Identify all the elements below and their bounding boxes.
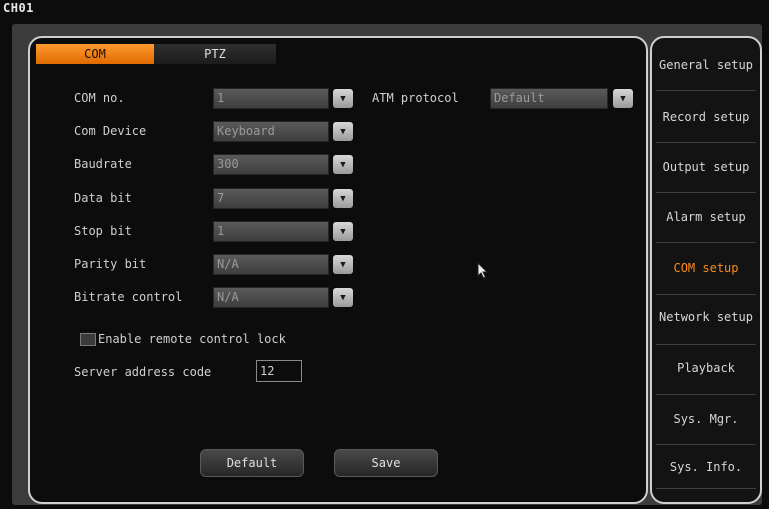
- stop-bit-dropdown-icon[interactable]: ▼: [333, 222, 353, 241]
- parity-bit-dropdown-icon[interactable]: ▼: [333, 255, 353, 274]
- tab-ptz[interactable]: PTZ: [154, 44, 276, 64]
- stop-bit-label: Stop bit: [74, 224, 132, 238]
- sidebar-item-playback[interactable]: Playback: [652, 343, 760, 393]
- channel-label: CH01: [3, 1, 34, 15]
- com-no-label: COM no.: [74, 91, 125, 105]
- parity-bit-select[interactable]: N/A: [213, 254, 329, 275]
- sidebar-item-record-setup[interactable]: Record setup: [652, 92, 760, 142]
- atm-protocol-label: ATM protocol: [372, 91, 459, 105]
- com-device-dropdown-icon[interactable]: ▼: [333, 122, 353, 141]
- com-no-dropdown-icon[interactable]: ▼: [333, 89, 353, 108]
- sidebar-divider: [656, 90, 756, 91]
- save-button[interactable]: Save: [334, 449, 438, 477]
- atm-protocol-dropdown-icon[interactable]: ▼: [613, 89, 633, 108]
- default-button[interactable]: Default: [200, 449, 304, 477]
- baudrate-dropdown-icon[interactable]: ▼: [333, 155, 353, 174]
- tab-com[interactable]: COM: [36, 44, 154, 64]
- remote-lock-label: Enable remote control lock: [98, 332, 286, 346]
- sidebar-item-network-setup[interactable]: Network setup: [652, 292, 760, 342]
- baudrate-select[interactable]: 300: [213, 154, 329, 175]
- com-no-select[interactable]: 1: [213, 88, 329, 109]
- sidebar-item-output-setup[interactable]: Output setup: [652, 142, 760, 192]
- sidebar-item-alarm-setup[interactable]: Alarm setup: [652, 192, 760, 242]
- bitrate-control-select[interactable]: N/A: [213, 287, 329, 308]
- server-address-input[interactable]: 12: [256, 360, 302, 382]
- sidebar-item-sys-info[interactable]: Sys. Info.: [652, 442, 760, 492]
- tab-bar: COM PTZ: [36, 44, 276, 64]
- parity-bit-label: Parity bit: [74, 257, 147, 271]
- stop-bit-select[interactable]: 1: [213, 221, 329, 242]
- sidebar-item-com-setup[interactable]: COM setup: [652, 243, 760, 293]
- server-address-label: Server address code: [74, 365, 212, 379]
- data-bit-select[interactable]: 7: [213, 188, 329, 209]
- bitrate-control-label: Bitrate control: [74, 290, 183, 304]
- data-bit-label: Data bit: [74, 191, 132, 205]
- baudrate-label: Baudrate: [74, 157, 132, 171]
- remote-lock-checkbox[interactable]: [80, 333, 96, 346]
- settings-sidebar: General setup Record setup Output setup …: [650, 36, 762, 504]
- com-device-label: Com Device: [74, 124, 147, 138]
- bitrate-control-dropdown-icon[interactable]: ▼: [333, 288, 353, 307]
- sidebar-item-sys-mgr[interactable]: Sys. Mgr.: [652, 394, 760, 444]
- com-device-select[interactable]: Keyboard: [213, 121, 329, 142]
- sidebar-item-general-setup[interactable]: General setup: [652, 40, 760, 90]
- data-bit-dropdown-icon[interactable]: ▼: [333, 189, 353, 208]
- atm-protocol-select[interactable]: Default: [490, 88, 608, 109]
- mouse-cursor-icon: [477, 262, 489, 279]
- sidebar-divider: [656, 488, 756, 489]
